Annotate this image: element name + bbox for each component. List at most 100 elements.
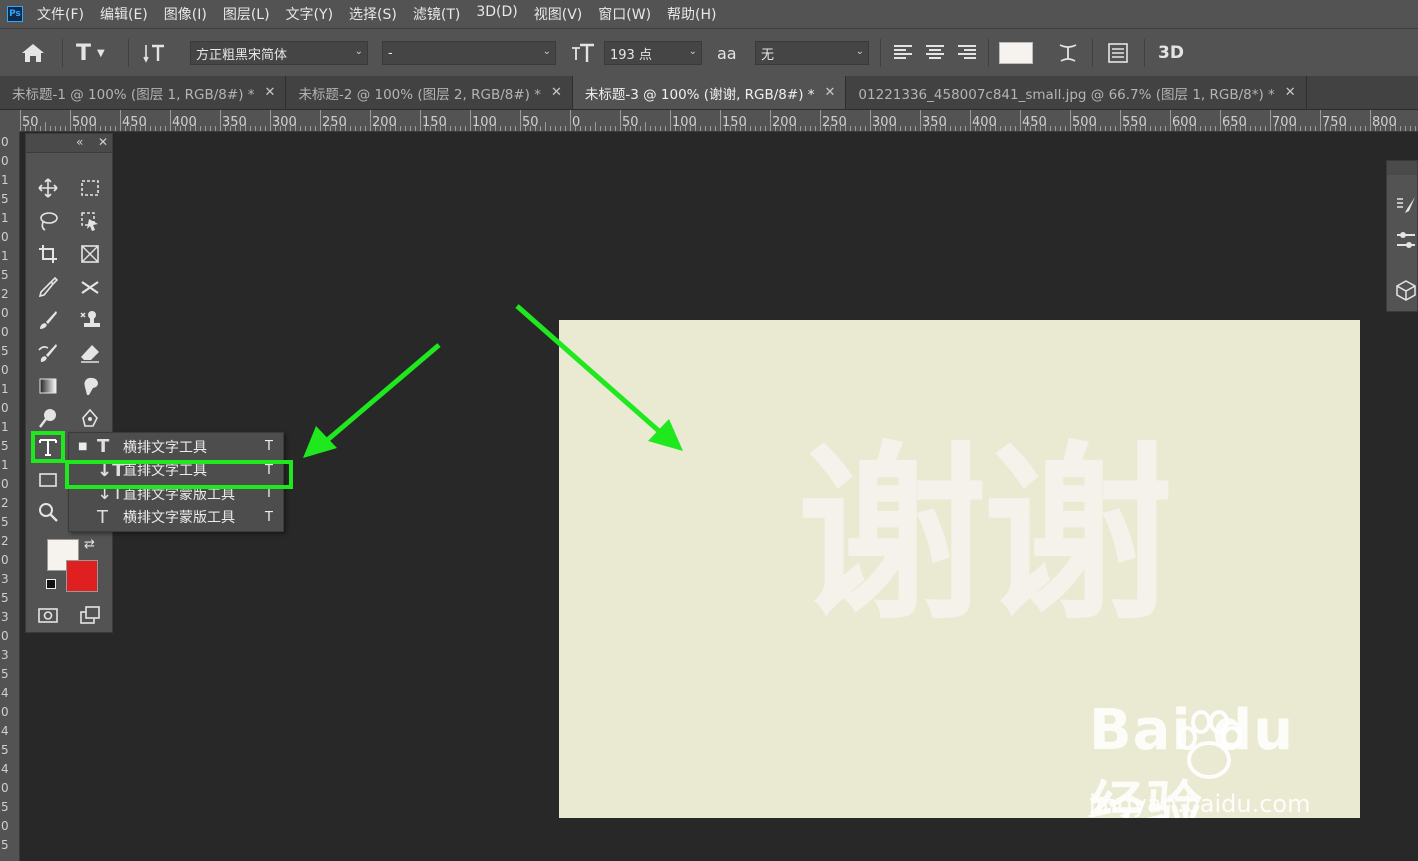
- zoom-tool[interactable]: [33, 498, 63, 526]
- ruler-minor-tick: [460, 126, 461, 131]
- document-tab[interactable]: 未标题-2 @ 100% (图层 2, RGB/8#) * ✕: [286, 76, 573, 109]
- type-tool[interactable]: [31, 431, 65, 463]
- menu-item[interactable]: 窗口(W): [598, 4, 651, 24]
- menu-item[interactable]: 选择(S): [349, 4, 397, 24]
- ruler-minor-tick: [1305, 126, 1306, 131]
- document-canvas[interactable]: 谢谢 Bai du 经验 jingyan.baidu.com: [559, 320, 1360, 818]
- ruler-minor-tick: [1115, 126, 1116, 131]
- tool-preset-picker[interactable]: T ▼: [76, 29, 105, 77]
- close-tab-icon[interactable]: ✕: [551, 85, 562, 100]
- 3d-cube-icon[interactable]: [1395, 279, 1417, 301]
- screen-mode-button[interactable]: [75, 601, 105, 629]
- ruler-minor-tick: [310, 126, 311, 131]
- ruler-minor-tick: [260, 126, 261, 131]
- menu-item[interactable]: 文件(F): [37, 4, 84, 24]
- align-right-button[interactable]: [957, 29, 977, 77]
- close-tab-icon[interactable]: ✕: [265, 85, 276, 100]
- lasso-icon: [40, 212, 58, 231]
- marquee-tool[interactable]: [75, 174, 105, 202]
- crop-tool[interactable]: [33, 240, 63, 268]
- menu-item[interactable]: 文字(Y): [286, 4, 333, 24]
- menu-item[interactable]: 图像(I): [164, 4, 207, 24]
- ruler-minor-tick: [1060, 126, 1061, 131]
- brush-settings-icon[interactable]: [1395, 195, 1417, 217]
- clone-stamp-tool[interactable]: [75, 306, 105, 334]
- align-center-button[interactable]: [925, 29, 945, 77]
- default-colors-icon[interactable]: [46, 579, 56, 589]
- menu-item[interactable]: 视图(V): [534, 4, 583, 24]
- warp-text-button[interactable]: [1056, 29, 1080, 77]
- ruler-label: 550: [1122, 115, 1147, 130]
- font-family-select[interactable]: 方正粗黑宋简体 ⌄: [190, 41, 368, 65]
- font-size-field[interactable]: 193 点 ⌄: [604, 41, 702, 65]
- menu-item[interactable]: 滤镜(T): [413, 4, 460, 24]
- menu-bar: Ps 文件(F) 编辑(E) 图像(I) 图层(L) 文字(Y) 选择(S) 滤镜(T) 3D…: [0, 0, 1418, 28]
- align-left-button[interactable]: [893, 29, 913, 77]
- vertical-ruler[interactable]: 0 0 1 5 1 0 1 5 2 0 0 5 0 1 0 1 5 1 0 2 5 2 0 3 5 3 0 3 5 4 0 4 5 4 0 5 0 5: [0, 110, 20, 861]
- close-tab-icon[interactable]: ✕: [1285, 85, 1296, 100]
- ruler-label: 2: [1, 534, 9, 548]
- antialias-select[interactable]: 无 ⌄: [755, 41, 869, 65]
- ruler-minor-tick: [610, 126, 611, 131]
- ruler-minor-tick: [555, 126, 556, 131]
- gradient-tool[interactable]: [33, 372, 63, 400]
- 3d-button[interactable]: 3D: [1158, 29, 1184, 77]
- swap-colors-icon[interactable]: ⇄: [84, 537, 95, 552]
- ruler-minor-tick: [850, 126, 851, 131]
- document-tab[interactable]: 01221336_458007c841_small.jpg @ 66.7% (图…: [846, 76, 1307, 109]
- document-tab[interactable]: 未标题-1 @ 100% (图层 1, RGB/8#) * ✕: [0, 76, 287, 109]
- frame-tool[interactable]: [75, 240, 105, 268]
- type-icon: [39, 439, 57, 456]
- eyedropper-tool[interactable]: [33, 273, 63, 301]
- eraser-tool[interactable]: [75, 339, 105, 367]
- ruler-tick: [320, 110, 321, 131]
- background-color-swatch[interactable]: [66, 560, 98, 592]
- ruler-minor-tick: [55, 126, 56, 131]
- flyout-item[interactable]: ■ T 横排文字工具 T: [69, 435, 283, 458]
- healing-tool[interactable]: [75, 273, 105, 301]
- text-color-swatch[interactable]: [999, 42, 1033, 64]
- character-panel-button[interactable]: [1107, 29, 1129, 77]
- annotation-arrow-to-menu: [303, 343, 441, 458]
- canvas-text-layer[interactable]: 谢谢: [797, 440, 1173, 630]
- menu-item[interactable]: 3D(D): [476, 4, 517, 24]
- ruler-minor-tick: [510, 126, 511, 131]
- menu-item[interactable]: 图层(L): [223, 4, 270, 24]
- pen-tool[interactable]: [75, 405, 105, 433]
- ruler-tick: [370, 110, 371, 131]
- quick-mask-button[interactable]: [33, 601, 63, 629]
- ruler-minor-tick: [1215, 126, 1216, 131]
- brush-tool[interactable]: [33, 306, 63, 334]
- ruler-minor-tick: [1265, 126, 1266, 131]
- move-tool[interactable]: [33, 174, 63, 202]
- panel-dock-grip[interactable]: [1387, 161, 1417, 175]
- object-selection-tool[interactable]: [75, 207, 105, 235]
- lasso-tool[interactable]: [33, 207, 63, 235]
- flyout-item[interactable]: T 横排文字蒙版工具 T: [69, 506, 283, 529]
- menu-item[interactable]: 帮助(H): [667, 4, 716, 24]
- menu-item[interactable]: 编辑(E): [100, 4, 148, 24]
- tools-panel-header[interactable]: « ✕: [26, 134, 112, 153]
- ruler-label: 0: [1, 819, 9, 833]
- rectangle-tool[interactable]: [33, 466, 63, 494]
- adjustments-icon[interactable]: [1395, 229, 1417, 251]
- align-center-icon: [926, 45, 944, 59]
- font-style-select[interactable]: - ⌄: [382, 41, 556, 65]
- ruler-label: 0: [1, 401, 9, 415]
- ruler-minor-tick: [660, 126, 661, 131]
- smudge-tool[interactable]: [75, 372, 105, 400]
- document-tab[interactable]: 未标题-3 @ 100% (谢谢, RGB/8#) * ✕: [572, 76, 847, 109]
- toggle-text-orientation-button[interactable]: [143, 29, 167, 77]
- ruler-minor-tick: [540, 126, 541, 131]
- close-icon[interactable]: ✕: [98, 135, 108, 149]
- home-button[interactable]: [20, 29, 46, 77]
- dodge-tool[interactable]: [33, 405, 63, 433]
- close-tab-icon[interactable]: ✕: [825, 85, 836, 100]
- horizontal-ruler[interactable]: 50 500 450 400 350 300 250 200 150 100 50 0 50 100 150…: [20, 110, 1418, 132]
- collapse-icon[interactable]: «: [76, 135, 83, 149]
- ruler-tick: [20, 110, 21, 131]
- ruler-minor-tick: [565, 126, 566, 131]
- pen-icon: [82, 408, 98, 427]
- history-brush-tool[interactable]: [33, 339, 63, 367]
- ruler-label: 0: [1, 325, 9, 339]
